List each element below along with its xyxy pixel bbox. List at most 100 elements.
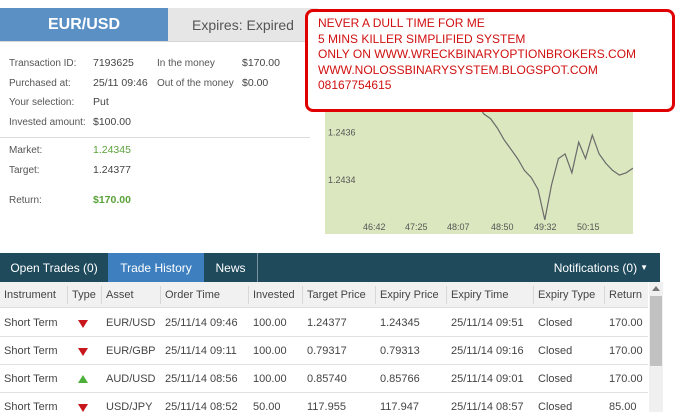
column-header[interactable]: Expiry Type: [534, 282, 595, 308]
y-tick-label: 1.2436: [328, 128, 356, 138]
cell-instrument: Short Term: [4, 345, 58, 357]
purchased-value: 25/11 09:46: [93, 77, 148, 89]
trade-details-panel: Transaction ID: 7193625 In the money $17…: [0, 42, 312, 237]
cell-expiry-time: 25/11/14 09:16: [451, 345, 524, 357]
tab-trade-history[interactable]: Trade History: [108, 253, 204, 282]
column-header[interactable]: Expiry Price: [376, 282, 439, 308]
put-arrow-down-icon: [78, 320, 88, 328]
promo-line-3: ONLY ON WWW.WRECKBINARYOPTIONBROKERS.COM: [318, 47, 637, 61]
table-row[interactable]: Short Term EUR/GBP 25/11/14 09:11 100.00 0.7…: [0, 337, 648, 365]
column-divider: [604, 286, 605, 304]
table-row[interactable]: Short Term EUR/USD 25/11/14 09:46 100.00 1.2…: [0, 309, 648, 337]
column-divider: [375, 286, 376, 304]
cell-invested: 50.00: [253, 401, 281, 412]
scrollbar-thumb[interactable]: [650, 296, 662, 366]
column-header[interactable]: Target Price: [303, 282, 366, 308]
cell-target: 0.85740: [307, 373, 347, 385]
return-label: Return:: [9, 195, 42, 206]
cell-invested: 100.00: [253, 317, 287, 329]
cell-return: 170.00: [609, 317, 643, 329]
cell-expiry-price: 117.947: [380, 401, 419, 412]
cell-expiry-price: 1.24345: [380, 317, 420, 329]
cell-expiry-time: 25/11/14 08:57: [451, 401, 524, 412]
cell-asset: AUD/USD: [106, 373, 156, 385]
cell-target: 1.24377: [307, 317, 347, 329]
in-the-money-value: $170.00: [242, 57, 280, 69]
column-header[interactable]: Invested: [249, 282, 295, 308]
column-header[interactable]: Expiry Time: [447, 282, 508, 308]
x-tick-label: 48:07: [447, 222, 470, 232]
cell-target: 117.955: [307, 401, 346, 412]
cell-instrument: Short Term: [4, 401, 58, 412]
invested-value: $100.00: [93, 116, 131, 128]
x-tick-label: 46:42: [363, 222, 386, 232]
table-row[interactable]: Short Term AUD/USD 25/11/14 08:56 100.00 0.8…: [0, 365, 648, 393]
cell-expiry-type: Closed: [538, 401, 573, 412]
cell-expiry-type: Closed: [538, 345, 573, 357]
transaction-id-label: Transaction ID:: [9, 58, 77, 69]
cell-invested: 100.00: [253, 345, 287, 357]
cell-order-time: 25/11/14 08:52: [165, 401, 238, 412]
expires-tab[interactable]: Expires: Expired: [168, 8, 318, 41]
invested-label: Invested amount:: [9, 117, 86, 128]
promo-line-5: 08167754615: [318, 78, 392, 92]
cell-instrument: Short Term: [4, 373, 58, 385]
cell-expiry-type: Closed: [538, 317, 573, 329]
column-header[interactable]: Instrument: [0, 282, 56, 308]
details-divider: [0, 137, 310, 138]
transaction-id-value: 7193625: [93, 57, 134, 69]
cell-return: 170.00: [609, 345, 643, 357]
column-header[interactable]: Type: [68, 282, 96, 308]
market-label: Market:: [9, 145, 43, 156]
table-row[interactable]: Short Term USD/JPY 25/11/14 08:52 50.00 117.…: [0, 393, 648, 412]
column-divider: [67, 286, 68, 304]
cell-return: 85.00: [609, 401, 637, 412]
market-value: 1.24345: [93, 144, 131, 156]
in-the-money-label: In the money: [157, 58, 215, 69]
column-header[interactable]: Asset: [102, 282, 134, 308]
promo-line-2: 5 MINS KILLER SIMPLIFIED SYSTEM: [318, 31, 526, 46]
table-header: Instrument Type Asset Order Time Invested Tar…: [0, 282, 648, 308]
cell-order-time: 25/11/14 09:46: [165, 317, 238, 329]
out-of-money-value: $0.00: [242, 77, 269, 89]
put-arrow-down-icon: [78, 404, 88, 412]
scroll-up-icon[interactable]: [652, 286, 660, 291]
notifications-label: Notifications (0): [553, 260, 638, 275]
put-arrow-down-icon: [78, 348, 88, 356]
trades-tab-bar: Open Trades (0) Trade History News Notif…: [0, 253, 660, 282]
column-divider: [160, 286, 161, 304]
cell-expiry-price: 0.79313: [380, 345, 420, 357]
asset-tab[interactable]: EUR/USD: [0, 8, 168, 41]
cell-order-time: 25/11/14 08:56: [165, 373, 238, 385]
target-label: Target:: [9, 165, 40, 176]
selection-value: Put: [93, 96, 109, 108]
promo-line-4: WWW.NOLOSSBINARYSYSTEM.BLOGSPOT.COM: [318, 62, 598, 77]
column-divider: [248, 286, 249, 304]
y-tick-label: 1.2434: [328, 175, 356, 185]
column-header[interactable]: Return: [605, 282, 642, 308]
expires-label: Expires:: [192, 16, 243, 33]
column-divider: [302, 286, 303, 304]
column-header[interactable]: Order Time: [161, 282, 220, 308]
call-arrow-up-icon: [78, 375, 88, 383]
cell-asset: USD/JPY: [106, 401, 153, 412]
cell-expiry-time: 25/11/14 09:51: [451, 317, 524, 329]
x-tick-label: 50:15: [577, 222, 600, 232]
tab-open-trades[interactable]: Open Trades (0): [0, 253, 108, 282]
x-tick-label: 48:50: [491, 222, 514, 232]
column-divider: [446, 286, 447, 304]
target-value: 1.24377: [93, 164, 131, 176]
promo-line-1: NEVER A DULL TIME FOR ME: [318, 16, 485, 30]
expires-value: Expired: [246, 16, 294, 33]
tab-news[interactable]: News: [204, 253, 258, 282]
cell-asset: EUR/USD: [106, 317, 156, 329]
column-divider: [533, 286, 534, 304]
cell-invested: 100.00: [253, 373, 287, 385]
out-of-money-label: Out of the money: [157, 78, 234, 89]
purchased-label: Purchased at:: [9, 78, 71, 89]
promo-annotation-box: NEVER A DULL TIME FOR ME 5 MINS KILLER S…: [305, 9, 675, 112]
selection-label: Your selection:: [9, 97, 75, 108]
return-value: $170.00: [93, 194, 131, 206]
tab-notifications[interactable]: Notifications (0) ▼: [538, 253, 648, 282]
cell-target: 0.79317: [307, 345, 347, 357]
